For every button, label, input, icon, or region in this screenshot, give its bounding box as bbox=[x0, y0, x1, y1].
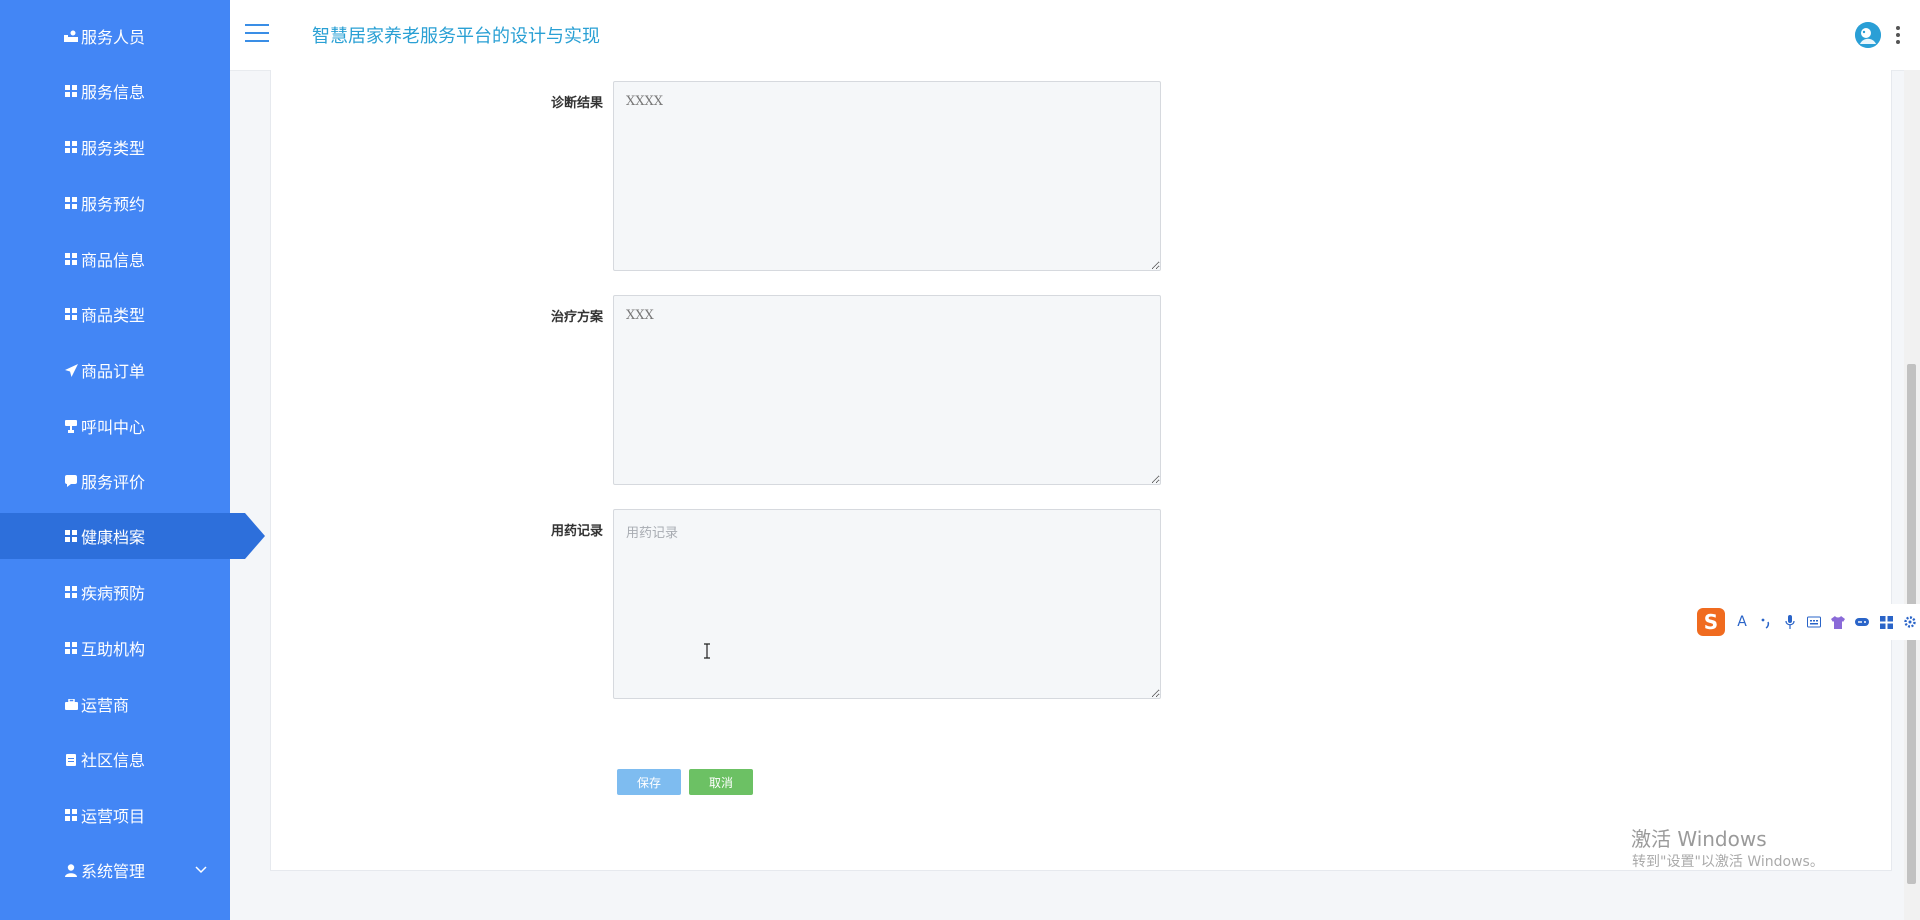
windows-activation-watermark: 激活 Windows bbox=[1631, 827, 1767, 851]
sidebar-item-label: 运营商 bbox=[81, 696, 130, 715]
sidebar-item-community-info[interactable]: 社区信息 bbox=[0, 736, 230, 782]
app-title: 智慧居家养老服务平台的设计与实现 bbox=[312, 26, 600, 47]
sidebar-item-operator[interactable]: 运营商 bbox=[0, 681, 230, 727]
paper-plane-icon bbox=[64, 363, 78, 377]
input-mode-icon[interactable]: A bbox=[1735, 615, 1749, 629]
grid-icon bbox=[64, 84, 78, 98]
sidebar-item-product-info[interactable]: 商品信息 bbox=[0, 236, 230, 282]
briefcase-icon bbox=[64, 697, 78, 711]
sidebar-item-label: 服务类型 bbox=[81, 139, 146, 158]
settings-gear-icon[interactable] bbox=[1903, 615, 1917, 629]
grid-icon bbox=[64, 529, 78, 543]
comment-icon bbox=[64, 474, 78, 488]
game-controller-icon[interactable] bbox=[1855, 615, 1869, 629]
sidebar-item-label: 系统管理 bbox=[81, 862, 146, 881]
treatment-label: 治疗方案 bbox=[550, 310, 603, 325]
punctuation-icon[interactable] bbox=[1759, 615, 1773, 629]
sidebar-item-label: 商品信息 bbox=[81, 251, 146, 270]
sidebar: 服务人员 服务信息 服务类型 服务预约 商品信息 商品类型 商品订单 呼叫中心 … bbox=[0, 0, 265, 920]
top-header: 智慧居家养老服务平台的设计与实现 bbox=[230, 0, 1920, 71]
diagnosis-textarea[interactable] bbox=[613, 81, 1161, 271]
sidebar-item-disease-prevention[interactable]: 疾病预防 bbox=[0, 569, 230, 615]
sidebar-item-label: 商品订单 bbox=[81, 362, 146, 381]
sidebar-item-health-records[interactable]: 健康档案 bbox=[0, 513, 265, 559]
sidebar-item-label: 服务人员 bbox=[81, 28, 146, 47]
grid-icon bbox=[64, 641, 78, 655]
grid-icon bbox=[64, 307, 78, 321]
sidebar-item-label: 运营项目 bbox=[81, 807, 146, 826]
sidebar-item-label: 呼叫中心 bbox=[81, 418, 146, 437]
more-options-icon[interactable] bbox=[1895, 26, 1901, 46]
sidebar-item-product-type[interactable]: 商品类型 bbox=[0, 291, 230, 337]
chevron-down-icon[interactable] bbox=[194, 861, 208, 875]
menu-toggle-icon[interactable] bbox=[245, 24, 269, 44]
medication-textarea[interactable] bbox=[613, 509, 1161, 699]
user-tie-icon bbox=[64, 29, 78, 43]
sidebar-item-product-orders[interactable]: 商品订单 bbox=[0, 347, 230, 393]
microphone-icon[interactable] bbox=[1783, 615, 1797, 629]
toolbox-grid-icon[interactable] bbox=[1879, 615, 1893, 629]
grid-icon bbox=[64, 196, 78, 210]
sidebar-item-mutual-aid[interactable]: 互助机构 bbox=[0, 625, 230, 671]
sidebar-item-label: 社区信息 bbox=[81, 751, 146, 770]
cancel-button[interactable]: 取消 bbox=[689, 769, 753, 795]
clipboard-icon bbox=[64, 752, 78, 766]
grid-icon bbox=[64, 808, 78, 822]
sidebar-item-label: 服务预约 bbox=[81, 195, 146, 214]
user-icon bbox=[64, 863, 78, 877]
save-button[interactable]: 保存 bbox=[617, 769, 681, 795]
sidebar-item-label: 疾病预防 bbox=[81, 584, 146, 603]
treatment-textarea[interactable] bbox=[613, 295, 1161, 485]
sidebar-item-service-review[interactable]: 服务评价 bbox=[0, 458, 230, 504]
sidebar-item-label: 服务信息 bbox=[81, 83, 146, 102]
sidebar-item-label: 商品类型 bbox=[81, 306, 146, 325]
sidebar-item-label: 互助机构 bbox=[81, 640, 146, 659]
grid-icon bbox=[64, 585, 78, 599]
sidebar-item-label: 服务评价 bbox=[81, 473, 146, 492]
ime-toolbar: S A bbox=[1693, 604, 1920, 640]
skin-shirt-icon[interactable] bbox=[1831, 615, 1845, 629]
sogou-logo-icon[interactable]: S bbox=[1697, 608, 1725, 636]
diagnosis-label: 诊断结果 bbox=[550, 96, 603, 111]
trophy-icon bbox=[64, 419, 78, 433]
sidebar-item-service-type[interactable]: 服务类型 bbox=[0, 124, 230, 170]
keyboard-icon[interactable] bbox=[1807, 615, 1821, 629]
grid-icon bbox=[64, 140, 78, 154]
grid-icon bbox=[64, 252, 78, 266]
avatar[interactable] bbox=[1855, 22, 1881, 48]
sidebar-item-service-info[interactable]: 服务信息 bbox=[0, 68, 230, 114]
sidebar-item-service-booking[interactable]: 服务预约 bbox=[0, 180, 230, 226]
sidebar-item-service-staff[interactable]: 服务人员 bbox=[0, 13, 230, 59]
medication-label: 用药记录 bbox=[550, 524, 603, 539]
sidebar-item-operation-projects[interactable]: 运营项目 bbox=[0, 792, 230, 838]
sidebar-item-label: 健康档案 bbox=[81, 528, 146, 547]
windows-activation-hint: 转到"设置"以激活 Windows。 bbox=[1632, 854, 1824, 870]
text-cursor-icon bbox=[702, 643, 712, 659]
sidebar-item-call-center[interactable]: 呼叫中心 bbox=[0, 403, 230, 449]
sidebar-item-system-management[interactable]: 系统管理 bbox=[0, 847, 230, 893]
